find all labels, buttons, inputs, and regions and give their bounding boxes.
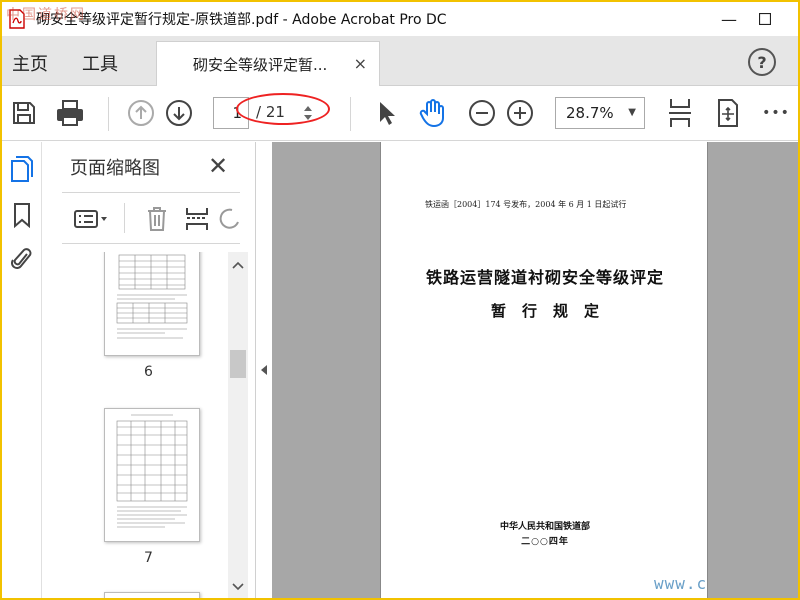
document-title-line1: 铁路运营隧道衬砌安全等级评定 [425, 268, 664, 287]
document-tab-label: 砌安全等级评定暂... [193, 55, 328, 74]
save-icon[interactable] [6, 95, 42, 131]
thumbnails-panel: 页面缩略图 ✕ 6 7 [42, 142, 256, 598]
pdf-page: 铁运函［2004］174 号发布，2004 年 6 月 1 日起试行 铁路运营隧… [380, 142, 708, 598]
collapse-panel-handle[interactable] [256, 142, 272, 598]
page-thumbnails-icon[interactable] [9, 154, 35, 184]
panel-divider [124, 203, 125, 233]
document-year: 二○○四年 [521, 537, 569, 547]
zoom-level-value: 28.7% [566, 104, 614, 122]
thumbnail-scrollbar[interactable] [228, 252, 248, 598]
bookmark-icon[interactable] [9, 200, 35, 230]
toolbar-divider [350, 97, 351, 131]
watermark-bottom-right: www.c [654, 574, 708, 593]
help-button[interactable]: ? [748, 48, 776, 76]
panel-title: 页面缩略图 [70, 158, 160, 179]
watermark-top-left: 中国道桥网 [6, 7, 86, 23]
zoom-in-icon[interactable] [502, 95, 538, 131]
delete-icon[interactable] [142, 205, 172, 233]
thumbnail-options-icon[interactable] [72, 205, 112, 233]
hand-tool-icon[interactable] [415, 95, 451, 131]
chevron-left-icon [261, 365, 267, 375]
close-icon[interactable]: ✕ [208, 152, 228, 180]
scroll-down-icon[interactable] [232, 580, 244, 594]
menu-home[interactable]: 主页 [12, 50, 48, 76]
toolbar: 1 / 21 28.7% ▼ ••• [2, 87, 798, 141]
select-cursor-icon[interactable] [368, 95, 404, 131]
tab-close-icon[interactable]: × [354, 54, 367, 73]
toolbar-divider [108, 97, 109, 131]
document-viewer[interactable]: 铁运函［2004］174 号发布，2004 年 6 月 1 日起试行 铁路运营隧… [272, 142, 798, 598]
window-title: 砌安全等级评定暂行规定-原铁道部.pdf - Adobe Acrobat Pro… [36, 12, 447, 28]
scroll-up-icon[interactable] [232, 258, 244, 272]
scrollbar-thumb[interactable] [230, 350, 246, 378]
document-header-line: 铁运函［2004］174 号发布，2004 年 6 月 1 日起试行 [425, 200, 627, 209]
previous-page-icon[interactable] [123, 95, 159, 131]
rotate-page-icon[interactable] [710, 95, 746, 131]
document-issuer: 中华人民共和国铁道部 [499, 522, 590, 532]
attachment-icon[interactable] [9, 244, 35, 274]
zoom-level-dropdown[interactable]: 28.7% ▼ [555, 97, 645, 129]
zoom-out-icon[interactable] [464, 95, 500, 131]
document-title-line2: 暂行规定 [490, 302, 615, 320]
thumbnail-page-7[interactable] [104, 408, 200, 542]
thumbnail-list: 6 7 [62, 252, 228, 598]
left-rail [2, 142, 42, 598]
panel-toolbar [62, 192, 240, 244]
print-icon[interactable] [52, 95, 88, 131]
next-page-icon[interactable] [161, 95, 197, 131]
app-window: 砌安全等级评定暂行规定-原铁道部.pdf - Adobe Acrobat Pro… [2, 2, 798, 598]
undo-icon[interactable] [218, 205, 240, 233]
highlight-oval [236, 93, 330, 125]
thumbnail-page-6[interactable] [104, 252, 200, 356]
document-tab[interactable]: 砌安全等级评定暂... × [156, 41, 380, 86]
thumbnail-label: 7 [144, 550, 153, 566]
thumbnail-page-8[interactable] [104, 592, 200, 598]
tab-bar: 主页 工具 砌安全等级评定暂... × ? [2, 36, 798, 86]
chevron-down-icon: ▼ [628, 107, 636, 118]
more-options-icon[interactable]: ••• [758, 95, 794, 131]
menu-tools[interactable]: 工具 [82, 50, 118, 76]
thumbnail-label: 6 [144, 364, 153, 380]
maximize-button[interactable] [742, 2, 788, 36]
insert-page-icon[interactable] [182, 205, 212, 233]
fit-page-icon[interactable] [662, 95, 698, 131]
title-bar: 砌安全等级评定暂行规定-原铁道部.pdf - Adobe Acrobat Pro… [2, 2, 798, 36]
